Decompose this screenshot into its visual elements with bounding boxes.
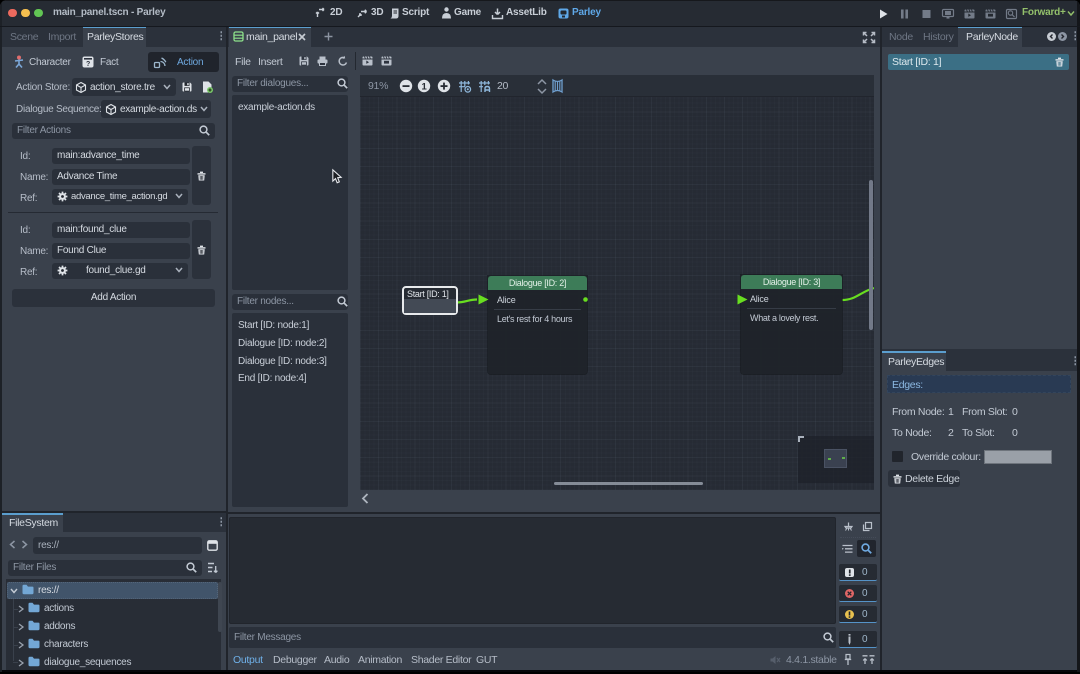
svg-text:?: ?	[86, 61, 90, 68]
